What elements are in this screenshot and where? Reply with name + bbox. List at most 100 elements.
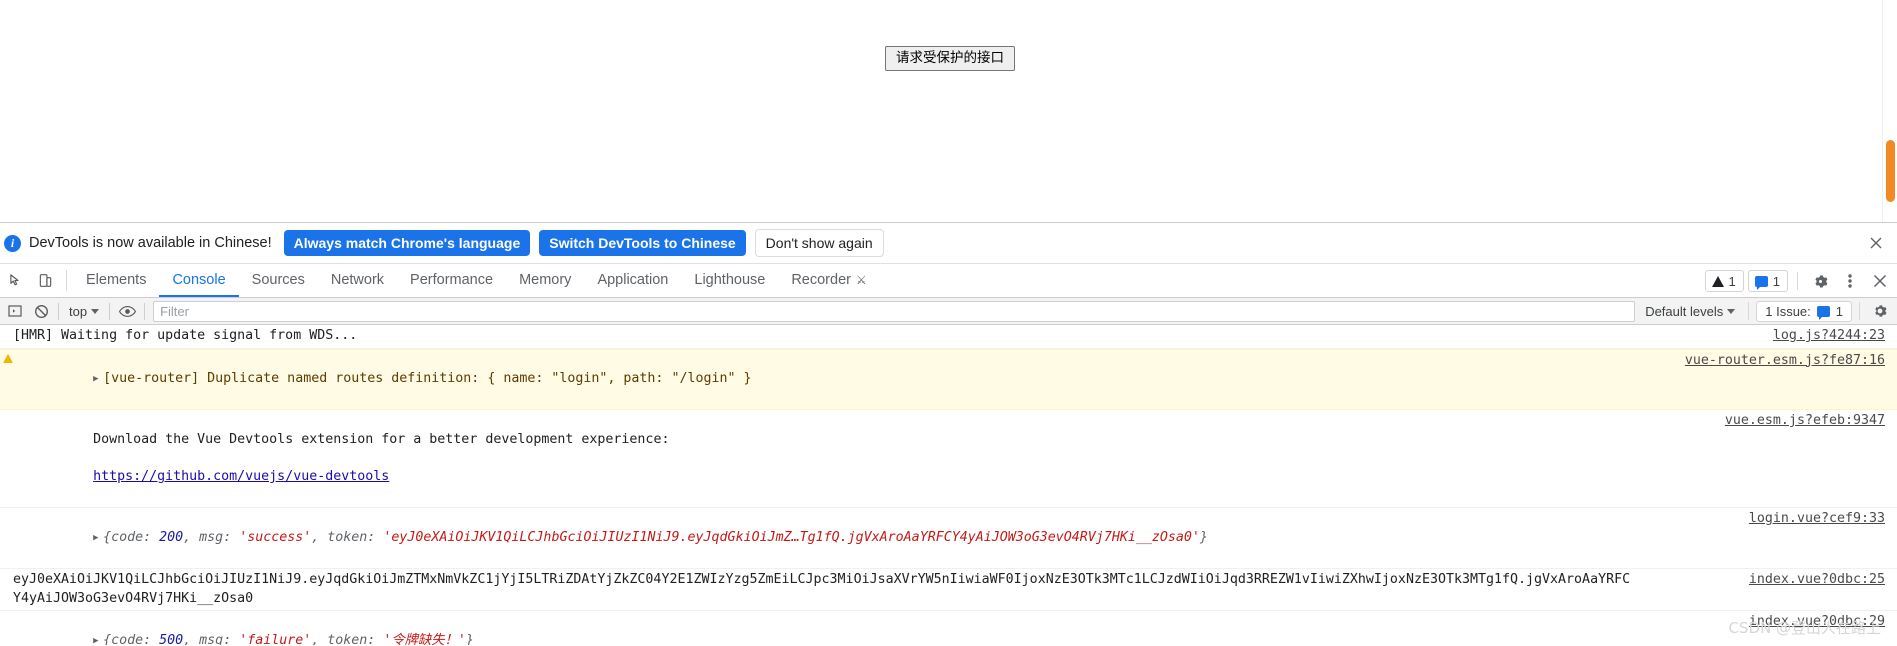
- console-message[interactable]: eyJ0eXAiOiJKV1QiLCJhbGciOiJIUzI1NiJ9.eyJ…: [0, 569, 1897, 612]
- console-source-link[interactable]: index.vue?0dbc:29: [1749, 613, 1885, 632]
- tab-console[interactable]: Console: [159, 264, 239, 297]
- object-open-brace: {: [103, 632, 112, 645]
- device-toolbar-icon[interactable]: [31, 264, 60, 297]
- log-level-value: Default levels: [1645, 303, 1724, 319]
- object-key-msg: msg:: [199, 632, 240, 645]
- tab-sources[interactable]: Sources: [239, 264, 318, 297]
- console-message-text: [HMR] Waiting for update signal from WDS…: [13, 328, 358, 343]
- chevron-down-icon: [91, 308, 100, 314]
- toolbar-divider: [66, 270, 67, 291]
- inspect-element-icon[interactable]: [2, 264, 31, 297]
- execution-context-selector[interactable]: top: [63, 304, 105, 319]
- object-open-brace: {: [103, 529, 112, 545]
- request-protected-api-button[interactable]: 请求受保护的接口: [885, 46, 1015, 71]
- tab-network[interactable]: Network: [318, 264, 397, 297]
- tab-recorder[interactable]: Recorder ⚔: [778, 264, 879, 297]
- console-message-body: Download the Vue Devtools extension for …: [0, 412, 1897, 505]
- tab-lighthouse[interactable]: Lighthouse: [681, 264, 778, 297]
- toolbar-divider: [1797, 272, 1798, 290]
- object-value-token: '令牌缺失！': [383, 632, 466, 645]
- warning-count-badge[interactable]: 1: [1704, 270, 1744, 292]
- object-value-msg: 'success': [239, 529, 312, 545]
- console-toolbar: top Filter Default levels 1 Issue: 1: [0, 298, 1897, 325]
- message-count-value: 1: [1772, 273, 1780, 289]
- object-close-brace: }: [1199, 529, 1208, 545]
- console-message[interactable]: ▶ {code: 200, msg: 'success', token: 'eyJ…: [0, 508, 1897, 570]
- console-message[interactable]: Download the Vue Devtools extension for …: [0, 410, 1897, 509]
- clear-console-icon[interactable]: [28, 298, 54, 324]
- switch-devtools-to-chinese-button[interactable]: Switch DevTools to Chinese: [539, 230, 746, 256]
- object-key-token: token:: [327, 529, 384, 545]
- close-icon[interactable]: [1867, 234, 1885, 252]
- language-notification-bar: i DevTools is now available in Chinese! …: [0, 223, 1897, 264]
- message-bubble-icon: [1754, 275, 1768, 290]
- tab-performance[interactable]: Performance: [397, 264, 506, 297]
- object-separator: ,: [311, 529, 328, 545]
- toolbar-divider: [58, 302, 59, 320]
- console-source-link[interactable]: vue-router.esm.js?fe87:16: [1685, 352, 1885, 371]
- object-close-brace: }: [465, 632, 474, 645]
- issues-count: 1: [1835, 303, 1843, 319]
- expand-arrow-icon[interactable]: ▶: [93, 632, 103, 645]
- devtools-tabbar: Elements Console Sources Network Perform…: [0, 264, 1897, 298]
- tab-list: Elements Console Sources Network Perform…: [73, 264, 880, 297]
- object-separator: ,: [183, 529, 200, 545]
- tabbar-right-controls: 1 1: [1704, 264, 1893, 298]
- filter-input[interactable]: Filter: [153, 300, 1636, 322]
- object-key-msg: msg:: [199, 529, 240, 545]
- close-icon[interactable]: [1867, 268, 1893, 294]
- gear-icon[interactable]: [1867, 298, 1893, 324]
- dont-show-again-button[interactable]: Don't show again: [754, 229, 884, 257]
- scrollbar-issue-marker[interactable]: [1886, 140, 1895, 202]
- expand-arrow-icon[interactable]: ▶: [93, 529, 103, 548]
- gear-icon[interactable]: [1807, 268, 1833, 294]
- always-match-language-button[interactable]: Always match Chrome's language: [283, 230, 531, 256]
- toolbar-divider: [144, 302, 146, 320]
- tab-memory[interactable]: Memory: [506, 264, 584, 297]
- object-value-token: 'eyJ0eXAiOiJKV1QiLCJhbGciOiJIUzI1NiJ9.ey…: [383, 529, 1200, 545]
- page-scrollbar[interactable]: [1882, 0, 1897, 222]
- tab-application[interactable]: Application: [584, 264, 681, 297]
- console-source-link[interactable]: vue.esm.js?efeb:9347: [1725, 412, 1885, 431]
- console-message-body: ▶ [vue-router] Duplicate named routes def…: [0, 352, 1897, 408]
- tab-recorder-label: Recorder: [791, 271, 851, 288]
- console-message[interactable]: [HMR] Waiting for update signal from WDS…: [0, 325, 1897, 349]
- devtools-panel: i DevTools is now available in Chinese! …: [0, 222, 1897, 646]
- warning-triangle-icon: [3, 353, 13, 363]
- console-message-list[interactable]: [HMR] Waiting for update signal from WDS…: [0, 325, 1897, 645]
- console-toolbar-right: Default levels 1 Issue: 1: [1639, 298, 1897, 324]
- object-value-code: 200: [159, 529, 184, 545]
- console-message-text: [vue-router] Duplicate named routes defi…: [103, 371, 752, 387]
- console-sidebar-icon[interactable]: [2, 298, 28, 324]
- console-message-body: ▶ {code: 200, msg: 'success', token: 'eyJ…: [0, 510, 1897, 566]
- object-value-msg: 'failure': [239, 632, 312, 645]
- execution-context-value: top: [69, 303, 88, 319]
- filter-placeholder: Filter: [160, 303, 189, 319]
- toolbar-divider: [1748, 302, 1750, 320]
- issues-label: 1 Issue:: [1765, 303, 1811, 319]
- issues-badge[interactable]: 1 Issue: 1: [1756, 300, 1852, 322]
- experiment-flask-icon: ⚔: [855, 272, 867, 287]
- notification-message: DevTools is now available in Chinese!: [29, 235, 272, 251]
- console-source-link[interactable]: log.js?4244:23: [1773, 327, 1885, 346]
- object-key-token: token:: [327, 632, 384, 645]
- message-count-badge[interactable]: 1: [1747, 270, 1788, 292]
- console-source-link[interactable]: index.vue?0dbc:25: [1749, 571, 1885, 590]
- warning-count-value: 1: [1728, 273, 1736, 289]
- console-source-link[interactable]: login.vue?cef9:33: [1749, 510, 1885, 529]
- tab-elements[interactable]: Elements: [73, 264, 159, 297]
- object-key-code: code:: [111, 632, 160, 645]
- info-icon: i: [4, 234, 21, 252]
- live-expression-icon[interactable]: [114, 298, 140, 324]
- kebab-menu-icon[interactable]: [1837, 268, 1863, 294]
- console-message[interactable]: ▶ {code: 500, msg: 'failure', token: '令牌缺…: [0, 611, 1897, 645]
- console-message-text: Download the Vue Devtools extension for …: [93, 431, 670, 447]
- toolbar-divider: [1859, 302, 1860, 320]
- console-message[interactable]: ▶ [vue-router] Duplicate named routes def…: [0, 348, 1897, 411]
- object-value-code: 500: [159, 632, 184, 645]
- log-level-selector[interactable]: Default levels: [1639, 304, 1741, 319]
- console-message-text: eyJ0eXAiOiJKV1QiLCJhbGciOiJIUzI1NiJ9.eyJ…: [13, 572, 1631, 606]
- object-separator: ,: [311, 632, 328, 645]
- expand-arrow-icon[interactable]: ▶: [93, 370, 103, 389]
- vue-devtools-link[interactable]: https://github.com/vuejs/vue-devtools: [93, 469, 389, 484]
